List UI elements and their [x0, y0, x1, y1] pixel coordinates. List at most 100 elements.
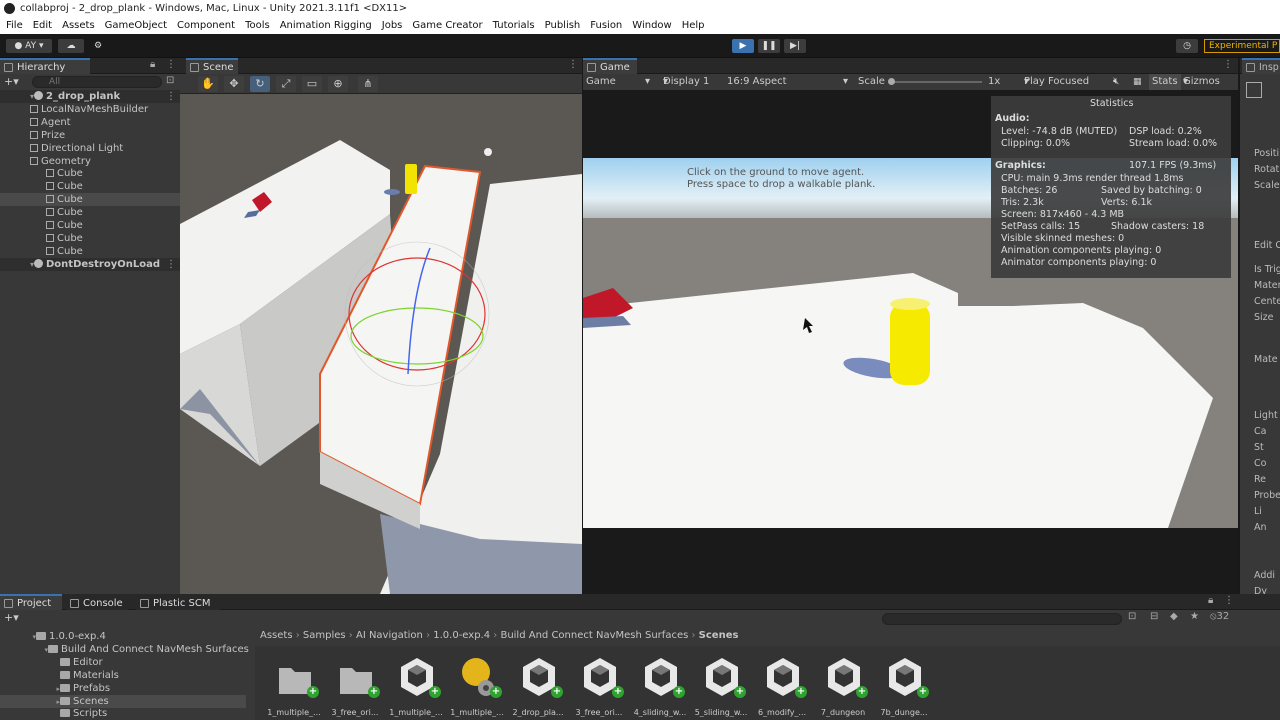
hierarchy-item[interactable]: ▾ 2_drop_plank ⋮	[0, 90, 180, 103]
breadcrumb-item[interactable]: Build And Connect NavMesh Surfaces	[500, 630, 688, 641]
hierarchy-item[interactable]: Directional Light	[0, 142, 180, 155]
hierarchy-item[interactable]: Cube	[0, 232, 180, 245]
project-search-input[interactable]	[882, 613, 1122, 625]
menu-assets[interactable]: Assets	[62, 18, 95, 34]
tab-inspector[interactable]: Insp	[1242, 58, 1280, 74]
stats-button[interactable]: Stats	[1149, 74, 1181, 90]
hierarchy-item[interactable]: Cube	[0, 180, 180, 193]
menu-gameobject[interactable]: GameObject	[105, 18, 167, 34]
menu-edit[interactable]: Edit	[33, 18, 52, 34]
play-focused-dropdown[interactable]: Play Focused ▾	[1024, 74, 1089, 90]
menu-fusion[interactable]: Fusion	[590, 18, 622, 34]
history-icon[interactable]: ◷	[1176, 39, 1198, 53]
project-folder-item[interactable]: ▸ Scenes	[0, 694, 246, 708]
display-dropdown[interactable]: Display 1 ▾	[663, 74, 709, 90]
hierarchy-item[interactable]: Cube	[0, 206, 180, 219]
menu-tools[interactable]: Tools	[245, 18, 270, 34]
filter-type-icon[interactable]: ⊡	[1128, 611, 1136, 622]
breadcrumb-item[interactable]: Samples	[303, 630, 346, 641]
account-button[interactable]: ● AY ▾	[6, 39, 52, 53]
menu-help[interactable]: Help	[682, 18, 705, 34]
project-folder-item[interactable]: ▾ 1.0.0-exp.4	[0, 630, 105, 643]
menu-publish[interactable]: Publish	[545, 18, 581, 34]
hierarchy-item[interactable]: Geometry	[0, 155, 180, 168]
hierarchy-item[interactable]: ▾ DontDestroyOnLoad ⋮	[0, 257, 180, 271]
project-more-icon[interactable]: ⋮	[1224, 595, 1234, 606]
hierarchy-item[interactable]: Prize	[0, 129, 180, 142]
scene-view[interactable]: ✋ ✥ ↻ ⤢ ▭ ⊕ ⋔	[180, 74, 582, 594]
project-add-icon[interactable]: +▾	[4, 611, 19, 624]
breadcrumb-item[interactable]: AI Navigation	[356, 630, 423, 641]
hand-tool-icon[interactable]: ✋	[198, 76, 218, 92]
hierarchy-item[interactable]: Cube	[0, 219, 180, 232]
mute-audio-icon[interactable]: 🔇︎	[1113, 74, 1119, 90]
add-icon[interactable]: +▾	[4, 75, 19, 88]
breadcrumb-item[interactable]: 1.0.0-exp.4	[433, 630, 490, 641]
menu-animation-rigging[interactable]: Animation Rigging	[280, 18, 372, 34]
tab-project[interactable]: Project	[0, 594, 62, 610]
scale-slider-handle[interactable]	[888, 78, 895, 85]
pause-button[interactable]: ❚❚	[758, 39, 780, 53]
rotate-tool-icon[interactable]: ↻	[250, 76, 270, 92]
play-button[interactable]: ▶	[732, 39, 754, 53]
project-folder-item[interactable]: ▾ Build And Connect NavMesh Surfaces	[0, 643, 248, 656]
more-icon[interactable]: ⋮	[166, 59, 176, 70]
rect-tool-icon[interactable]: ▭	[302, 76, 322, 92]
scene-more-icon[interactable]: ⋮	[166, 90, 176, 103]
hierarchy-item[interactable]: Agent	[0, 116, 180, 129]
asset-item[interactable]: +7b_dunge...	[875, 652, 933, 718]
asset-item[interactable]: +3_free_ori...	[570, 652, 628, 718]
tab-console[interactable]: Console	[66, 594, 128, 610]
tab-scene[interactable]: Scene	[186, 58, 238, 74]
asset-item[interactable]: +1_multiple_...	[265, 652, 323, 718]
asset-item[interactable]: +2_drop_pla...	[509, 652, 567, 718]
breadcrumb-item[interactable]: Scenes	[699, 630, 739, 641]
hierarchy-item[interactable]: LocalNavMeshBuilder	[0, 103, 180, 116]
menu-component[interactable]: Component	[177, 18, 235, 34]
scale-tool-icon[interactable]: ⤢	[276, 76, 296, 92]
asset-item[interactable]: +1_multiple_...	[448, 652, 506, 718]
cloud-icon[interactable]: ☁	[58, 39, 84, 53]
scale-slider[interactable]	[888, 81, 982, 83]
tab-game[interactable]: Game	[583, 58, 637, 74]
hierarchy-item[interactable]: Cube	[0, 193, 180, 207]
asset-item[interactable]: +3_free_ori...	[326, 652, 384, 718]
asset-item[interactable]: +4_sliding_w...	[631, 652, 689, 718]
scene-more-icon[interactable]: ⋮	[568, 59, 578, 70]
transform-tool-icon[interactable]: ⊕	[328, 76, 348, 92]
asset-item[interactable]: +1_multiple_...	[387, 652, 445, 718]
hierarchy-search-input[interactable]	[32, 76, 162, 88]
project-lock-icon[interactable]: 🔒︎	[1208, 595, 1213, 606]
project-folder-item[interactable]: Editor	[0, 656, 103, 669]
scene-more-icon[interactable]: ⋮	[166, 258, 176, 271]
menu-jobs[interactable]: Jobs	[382, 18, 403, 34]
project-folder-item[interactable]: ▸ Prefabs	[0, 682, 110, 695]
breadcrumb-item[interactable]: Assets	[260, 630, 293, 641]
lock-icon[interactable]: 🔒︎	[150, 59, 155, 70]
experimental-packages-label[interactable]: Experimental P	[1204, 39, 1280, 53]
menu-tutorials[interactable]: Tutorials	[493, 18, 535, 34]
hierarchy-item[interactable]: Cube	[0, 167, 180, 180]
tab-hierarchy[interactable]: Hierarchy	[0, 58, 90, 74]
custom-tool-icon[interactable]: ⋔	[358, 76, 378, 92]
step-button[interactable]: ▶|	[784, 39, 806, 53]
hierarchy-item[interactable]: Cube	[0, 245, 180, 258]
menu-file[interactable]: File	[6, 18, 23, 34]
tag-icon[interactable]: ◆	[1170, 611, 1178, 622]
project-folder-item[interactable]: Materials	[0, 669, 119, 682]
project-folder-item[interactable]: Scripts	[0, 707, 107, 720]
game-more-icon[interactable]: ⋮	[1223, 59, 1233, 70]
search-filter-icon[interactable]: ⊡	[166, 75, 174, 86]
tab-plastic-scm[interactable]: Plastic SCM	[136, 594, 220, 610]
asset-item[interactable]: +6_modify_...	[753, 652, 811, 718]
menu-game-creator[interactable]: Game Creator	[412, 18, 482, 34]
hidden-count-icon[interactable]: ⦸32	[1210, 611, 1229, 622]
asset-item[interactable]: +7_dungeon	[814, 652, 872, 718]
menu-window[interactable]: Window	[632, 18, 671, 34]
collab-icon[interactable]: ⚙	[90, 39, 106, 53]
star-icon[interactable]: ★	[1190, 611, 1199, 622]
move-tool-icon[interactable]: ✥	[224, 76, 244, 92]
asset-item[interactable]: +5_sliding_w...	[692, 652, 750, 718]
filter-label-icon[interactable]: ⊟	[1150, 611, 1158, 622]
gizmos-button[interactable]: Gizmos ▾	[1183, 74, 1220, 90]
